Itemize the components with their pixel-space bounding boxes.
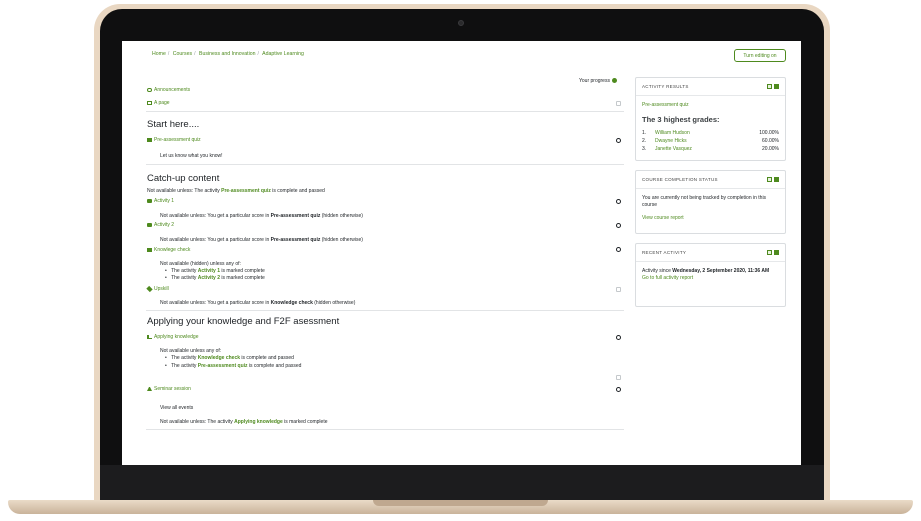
activity-seminar-session[interactable]: Seminar session — [147, 386, 191, 392]
activity-restriction: Not available unless any of: — [160, 348, 222, 354]
restriction-bullet: The activity Activity 2 is marked comple… — [165, 275, 265, 281]
breadcrumb: Home / Courses / Business and Innovation / … — [152, 51, 304, 57]
block-course-completion: COURSE COMPLETION STATUS You are current… — [635, 170, 786, 234]
block-title: COURSE COMPLETION STATUS — [636, 171, 785, 189]
activity-restriction: Not available unless: You get a particul… — [160, 237, 363, 243]
divider — [146, 310, 624, 311]
activity-knowledge-check[interactable]: Knowlege check — [147, 247, 190, 253]
grade-row: 3. Janette Vasquez 20.00% — [642, 145, 779, 152]
activity-upskill[interactable]: Upskill — [146, 285, 169, 292]
completion-circle[interactable] — [616, 335, 621, 340]
activity-restriction: Not available (hidden) unless any of: — [160, 261, 241, 267]
forum-icon — [147, 87, 152, 92]
activity-announcements[interactable]: Announcements — [147, 87, 190, 93]
view-all-events-link[interactable]: View all events — [160, 405, 193, 411]
completion-circle[interactable] — [616, 223, 621, 228]
collapse-icon[interactable] — [774, 84, 779, 89]
block-recent-activity: RECENT ACTIVITY Activity since Wednesday… — [635, 243, 786, 307]
completion-circle[interactable] — [616, 138, 621, 143]
screen: Home / Courses / Business and Innovation / … — [122, 41, 801, 465]
breadcrumb-courses[interactable]: Courses — [173, 51, 192, 57]
activity-1[interactable]: Activity 1 — [147, 198, 174, 204]
restriction-bullet: The activity Activity 1 is marked comple… — [165, 268, 265, 274]
turn-editing-on-button[interactable]: Turn editing on — [734, 49, 786, 62]
view-course-report-link[interactable]: View course report — [642, 215, 779, 222]
activity-restriction: Not available unless: You get a particul… — [160, 300, 356, 306]
section-restriction: Not available unless: The activity Pre-a… — [147, 188, 325, 194]
recent-activity-since: Activity since Wednesday, 2 September 20… — [642, 268, 770, 274]
activity-description: Let us know what you know! — [160, 153, 223, 159]
breadcrumb-category[interactable]: Business and Innovation — [199, 51, 256, 57]
page-icon — [147, 100, 152, 105]
dock-icon[interactable] — [767, 84, 772, 89]
activity-2[interactable]: Activity 2 — [147, 222, 174, 228]
seminar-icon — [147, 386, 152, 391]
section-title-start: Start here.... — [147, 119, 200, 130]
divider — [146, 111, 624, 112]
restriction-bullet: The activity Knowledge check is complete… — [165, 355, 294, 361]
collapse-icon[interactable] — [774, 177, 779, 182]
divider — [146, 164, 624, 165]
restriction-bullet: The activity Pre-assessment quiz is comp… — [165, 363, 301, 369]
collapse-icon[interactable] — [774, 250, 779, 255]
results-quiz-link[interactable]: Pre-assessment quiz — [642, 102, 779, 109]
highest-grades-heading: The 3 highest grades: — [642, 115, 720, 125]
full-activity-report-link[interactable]: Go to full activity report — [642, 275, 779, 282]
grade-row: 1. William Hudson 100.00% — [642, 130, 779, 137]
block-title: RECENT ACTIVITY — [636, 244, 785, 262]
camera-icon — [458, 20, 464, 26]
block-activity-results: ACTIVITY RESULTS Pre-assessment quiz The… — [635, 77, 786, 161]
section-title-catchup: Catch-up content — [147, 173, 220, 184]
info-icon[interactable] — [611, 78, 617, 84]
dock-icon[interactable] — [767, 177, 772, 182]
activity-restriction: Not available unless: You get a particul… — [160, 213, 363, 219]
laptop-notch — [373, 500, 548, 506]
completion-circle[interactable] — [616, 199, 621, 204]
breadcrumb-course[interactable]: Adaptive Learning — [262, 51, 304, 57]
breadcrumb-home[interactable]: Home — [152, 51, 166, 57]
completion-text: You are currently not being tracked by c… — [642, 195, 767, 209]
activity-restriction: Not available unless: The activity Apply… — [160, 419, 328, 425]
completion-checkbox[interactable] — [616, 287, 621, 292]
dock-icon[interactable] — [767, 250, 772, 255]
progress-label: Your progress — [579, 78, 617, 84]
quiz-icon — [147, 137, 152, 142]
completion-circle[interactable] — [616, 247, 621, 252]
divider — [146, 429, 624, 430]
completion-checkbox[interactable] — [616, 101, 621, 106]
book-icon — [147, 334, 152, 339]
activity-pre-assessment-quiz[interactable]: Pre-assessment quiz — [147, 137, 201, 143]
restriction-link[interactable]: Pre-assessment quiz — [221, 188, 271, 194]
activity-applying-knowledge[interactable]: Applying knowledge — [147, 334, 198, 340]
block-title: ACTIVITY RESULTS — [636, 78, 785, 96]
activity-page[interactable]: A page — [147, 100, 170, 106]
quiz-icon — [147, 247, 152, 252]
grade-row: 2. Dwayne Hicks 60.00% — [642, 137, 779, 144]
assignment-icon — [147, 198, 152, 203]
laptop-bezel-bottom — [100, 465, 824, 503]
section-title-applying: Applying your knowledge and F2F asessmen… — [147, 316, 340, 327]
assignment-icon — [147, 222, 152, 227]
upskill-icon — [146, 285, 153, 292]
completion-circle[interactable] — [616, 387, 621, 392]
completion-checkbox[interactable] — [616, 375, 621, 380]
